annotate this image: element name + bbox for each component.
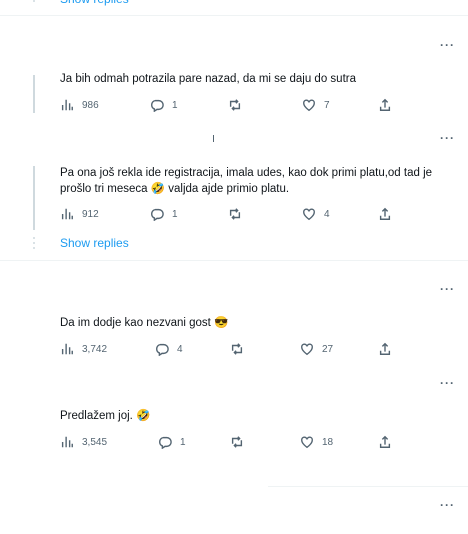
reply-count: 1 [172,99,178,111]
thread-dots [33,237,35,252]
views-count: 912 [82,208,99,220]
share-button[interactable] [378,206,392,222]
views-button[interactable]: 912 [60,206,99,222]
retweet-button[interactable] [230,434,252,450]
tweet-text: Ja bih odmah potrazila pare nazad, da mi… [60,73,356,85]
reply-button[interactable]: 1 [158,434,186,450]
show-replies-link-top[interactable]: Show replies [60,0,129,6]
share-button[interactable] [378,97,392,113]
views-count: 3,545 [82,436,108,448]
show-replies-link[interactable]: Show replies [60,236,129,250]
share-upload-icon [379,98,391,111]
heart-icon [301,436,313,449]
views-chart-icon [61,343,73,355]
retweet-icon [229,99,241,111]
reply-bubble-icon [151,99,164,112]
reply-count: 4 [177,343,183,355]
tweet-text: Predlažem joj. 🤣 [60,410,151,422]
views-chart-icon [61,436,73,448]
heart-icon [303,99,315,112]
thread-dots [33,0,35,5]
retweet-icon [231,436,243,448]
tweet-actions: 3,742 4 27 [60,341,400,357]
more-options-icon[interactable]: ··· [440,376,455,390]
views-chart-icon [61,208,73,220]
retweet-icon [229,208,241,220]
views-button[interactable]: 3,545 [60,434,107,450]
reply-bubble-icon [159,436,172,449]
reply-button[interactable]: 4 [155,341,183,357]
retweet-button[interactable] [230,341,252,357]
heart-icon [301,343,313,356]
more-options-icon[interactable]: ··· [440,38,455,52]
retweet-button[interactable] [228,97,250,113]
like-button[interactable]: 27 [300,341,333,357]
divider [0,260,468,261]
share-button[interactable] [378,434,392,450]
like-button[interactable]: 7 [302,97,330,113]
share-upload-icon [379,342,391,355]
retweet-icon [231,343,243,355]
divider [268,486,468,487]
share-upload-icon [379,435,391,448]
retweet-button[interactable] [228,206,250,222]
reply-count: 1 [172,208,178,220]
reply-count: 1 [180,436,186,448]
reply-bubble-icon [156,343,169,356]
like-count: 27 [322,343,334,355]
views-count: 3,742 [82,343,108,355]
reply-button[interactable]: 1 [150,206,178,222]
more-options-icon[interactable]: ··· [440,131,455,145]
reply-bubble-icon [151,208,164,221]
reply-button[interactable]: 1 [150,97,178,113]
divider [0,15,468,16]
views-button[interactable]: 986 [60,97,99,113]
views-count: 986 [82,99,99,111]
more-options-icon[interactable]: ··· [440,282,455,296]
tweet-actions: 986 1 7 [60,97,400,113]
share-upload-icon [379,207,391,220]
views-chart-icon [61,99,73,111]
tweet-actions: 912 1 4 [60,206,400,222]
views-button[interactable]: 3,742 [60,341,107,357]
tweet-text: Pa ona još rekla ide registracija, imala… [60,167,433,195]
heart-icon [303,208,315,221]
share-button[interactable] [378,341,392,357]
like-count: 7 [324,99,330,111]
more-options-icon[interactable]: ··· [440,498,455,512]
tweet-text: Da im dodje kao nezvani gost 😎 [60,317,229,329]
like-button[interactable]: 18 [300,434,333,450]
like-button[interactable]: 4 [302,206,330,222]
like-count: 4 [324,208,330,220]
tweet-actions: 3,545 1 18 [60,434,400,450]
thread-line [33,75,35,113]
like-count: 18 [322,436,334,448]
thread-line [213,135,214,142]
thread-line [33,166,35,230]
